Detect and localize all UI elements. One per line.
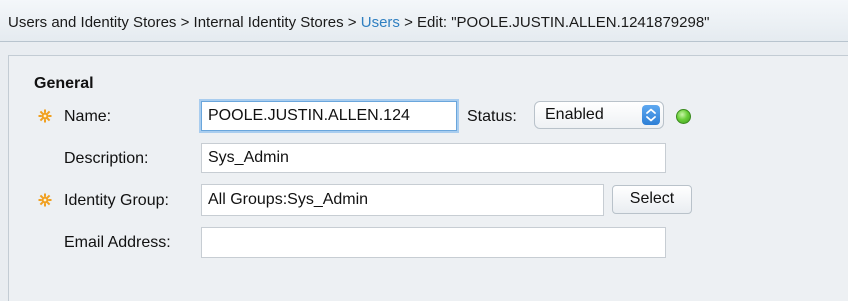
breadcrumb: Users and Identity Stores > Internal Ide… [0,0,848,42]
breadcrumb-edit-current: Edit: "POOLE.JUSTIN.ALLEN.1241879298" [417,14,710,31]
identity-group-input[interactable] [201,184,604,216]
select-identity-group-button[interactable]: Select [612,185,692,214]
breadcrumb-separator: > [180,14,190,31]
section-title-general: General [34,75,94,92]
description-label: Description: [64,150,149,167]
general-panel [8,55,848,301]
status-select-value: Enabled [545,106,604,123]
email-address-label: Email Address: [64,234,171,251]
breadcrumb-internal-identity-stores[interactable]: Internal Identity Stores [194,14,344,31]
identity-group-label: Identity Group: [64,192,169,209]
required-gear-icon [38,109,52,123]
required-gear-icon [38,193,52,207]
status-indicator-icon [676,109,691,124]
chevron-up-down-icon [642,105,660,125]
description-input[interactable] [201,143,666,173]
status-select[interactable]: Enabled [534,101,664,129]
breadcrumb-separator: > [347,14,357,31]
status-label: Status: [467,108,517,125]
breadcrumb-users-and-identity-stores[interactable]: Users and Identity Stores [8,14,176,31]
breadcrumb-separator: > [404,14,413,31]
name-label: Name: [64,108,112,125]
email-address-input[interactable] [201,227,666,258]
name-input[interactable] [201,101,457,131]
breadcrumb-users-link[interactable]: Users [361,14,400,31]
